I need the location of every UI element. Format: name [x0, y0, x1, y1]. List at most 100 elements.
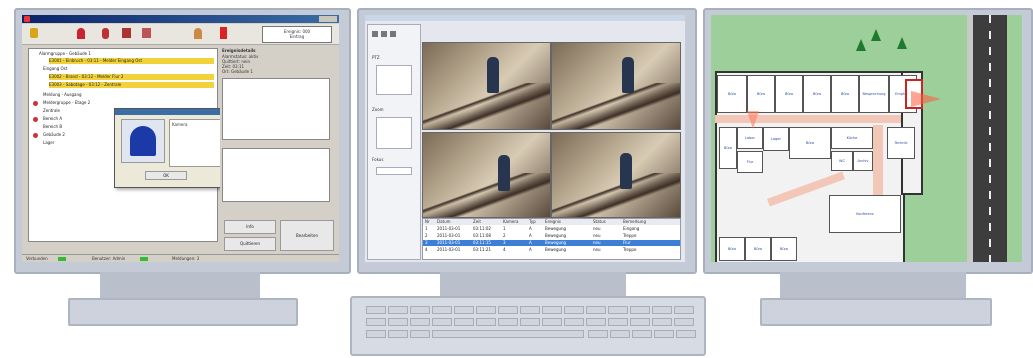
- column-header[interactable]: Bemerkung: [623, 219, 646, 224]
- column-header[interactable]: Status: [593, 219, 606, 224]
- bell-icon[interactable]: [102, 28, 109, 39]
- log-area[interactable]: [222, 148, 330, 202]
- room[interactable]: Büro: [803, 75, 831, 113]
- title-bar: [365, 15, 685, 21]
- record-icon[interactable]: [372, 31, 378, 37]
- room[interactable]: Lager: [763, 127, 789, 151]
- keyboard-key: [630, 318, 650, 326]
- camera-view-1[interactable]: [422, 42, 551, 130]
- room[interactable]: Büro: [775, 75, 803, 113]
- cell: 2: [503, 233, 506, 238]
- keyboard-key: [586, 306, 606, 314]
- room[interactable]: Besprechung: [859, 75, 889, 113]
- room[interactable]: Küche: [831, 127, 873, 149]
- stop-icon[interactable]: [390, 31, 396, 37]
- cell: 2011-03-01: [437, 233, 461, 238]
- column-header[interactable]: Ereignis: [545, 219, 561, 224]
- alarm-row[interactable]: E3003 - Sabotage - 03:12 - Zentrale: [49, 82, 214, 88]
- camera-view-cone: [911, 91, 941, 107]
- key-icon[interactable]: [30, 28, 38, 38]
- window-controls[interactable]: [319, 16, 337, 22]
- room[interactable]: Büro: [745, 237, 771, 261]
- road: [973, 15, 1007, 262]
- tree-item[interactable]: Meldung - Ausgang: [43, 92, 213, 98]
- tree-item[interactable]: Eingang Ost: [43, 66, 213, 72]
- room[interactable]: Büro: [719, 127, 737, 169]
- tree-icon: [897, 37, 907, 49]
- column-header[interactable]: Nr: [425, 219, 430, 224]
- keyboard-key: [410, 306, 430, 314]
- ptz-label: PTZ: [372, 55, 380, 60]
- status-user: Benutzer: Admin: [92, 256, 126, 261]
- person-figure: [498, 155, 510, 191]
- room[interactable]: Büro: [831, 75, 859, 113]
- room[interactable]: Technik: [887, 127, 915, 159]
- room[interactable]: WC: [831, 151, 853, 171]
- ptz-pad[interactable]: [376, 65, 412, 95]
- camera-icon[interactable]: [122, 28, 131, 38]
- left-stand-neck: [100, 272, 260, 300]
- room[interactable]: Flur: [737, 151, 763, 173]
- cell: Bewegung: [545, 226, 567, 231]
- room[interactable]: Büro: [789, 127, 831, 159]
- table-row[interactable]: 2 2011-03-01 03:11:08 2 A Bewegung neu T…: [423, 233, 680, 239]
- road-marking: [989, 15, 991, 262]
- keyboard-key: [564, 318, 584, 326]
- cell: 03:11:21: [473, 247, 491, 252]
- cell: 1: [425, 226, 428, 231]
- column-header[interactable]: Datum: [437, 219, 451, 224]
- room[interactable]: Büro: [717, 75, 747, 113]
- grid-header: Nr Datum Zeit Kamera Typ Ereignis Status…: [423, 219, 680, 225]
- room[interactable]: Konferenz: [829, 195, 901, 233]
- room[interactable]: Archiv: [853, 151, 873, 171]
- table-row-selected[interactable]: 3 2011-03-01 03:11:15 3 A Bewegung neu F…: [423, 240, 680, 246]
- camera-view-2[interactable]: [551, 42, 681, 130]
- camera-view-3[interactable]: [422, 132, 551, 218]
- room[interactable]: Labor: [737, 127, 763, 149]
- keyboard-key: [654, 330, 674, 338]
- keyboard-key: [632, 330, 652, 338]
- edit-button[interactable]: Bearbeiten: [280, 220, 334, 251]
- keyboard-key: [388, 318, 408, 326]
- title-bar: [22, 15, 339, 23]
- detail-title: Ereignisdetails: [222, 48, 256, 53]
- room[interactable]: Büro: [747, 75, 775, 113]
- focus-slider[interactable]: [376, 167, 412, 175]
- table-row[interactable]: 4 2011-03-01 03:11:21 4 A Bewegung neu T…: [423, 247, 680, 253]
- keyboard-key: [652, 306, 672, 314]
- camera-popup[interactable]: Kamera OK: [114, 108, 236, 188]
- acknowledge-button[interactable]: Quittieren: [224, 237, 276, 251]
- left-stand-base: [68, 298, 298, 326]
- column-header[interactable]: Zeit: [473, 219, 481, 224]
- table-row[interactable]: 1 2011-03-01 03:11:02 1 A Bewegung neu E…: [423, 226, 680, 232]
- play-icon[interactable]: [381, 31, 387, 37]
- notes-area[interactable]: [222, 78, 330, 140]
- alarm-row[interactable]: E3001 - Einbruch - 03:11 - Melder Eingan…: [49, 58, 214, 64]
- alarm-icon: [33, 117, 38, 122]
- alarm-row[interactable]: E3002 - Brand - 03:12 - Melder Flur 2: [49, 74, 214, 80]
- corridor: [715, 115, 901, 123]
- cell: neu: [593, 226, 601, 231]
- tree-item[interactable]: Meldergruppe - Etage 2: [43, 100, 213, 106]
- user-icon[interactable]: [194, 28, 202, 39]
- alarm-icon[interactable]: [142, 28, 151, 38]
- cell: A: [529, 240, 532, 245]
- popup-ok-button[interactable]: OK: [145, 171, 187, 180]
- room[interactable]: Büro: [771, 237, 797, 261]
- info-button[interactable]: Info: [224, 220, 276, 234]
- room[interactable]: Büro: [719, 237, 745, 261]
- keyboard-key: [520, 318, 540, 326]
- column-header[interactable]: Typ: [529, 219, 536, 224]
- person-icon[interactable]: [77, 28, 85, 39]
- corridor: [873, 125, 883, 195]
- camera-view-4[interactable]: [551, 132, 681, 218]
- keyboard-key: [432, 306, 452, 314]
- column-header[interactable]: Kamera: [503, 219, 518, 224]
- right-stand-base: [760, 298, 992, 326]
- status-connected: Verbunden: [26, 256, 48, 261]
- app-icon: [24, 16, 30, 22]
- keyboard-key: [366, 330, 386, 338]
- warning-icon[interactable]: [220, 27, 227, 39]
- tree-item[interactable]: Alarmgruppe - Gebäude 1: [39, 51, 209, 57]
- direction-pad[interactable]: [376, 117, 412, 149]
